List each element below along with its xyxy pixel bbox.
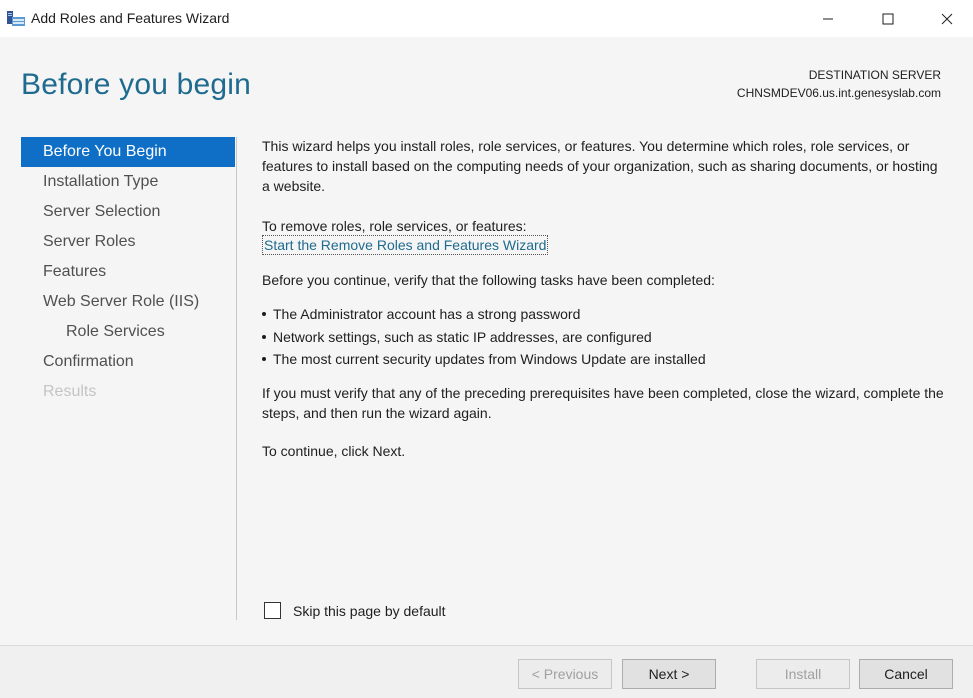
skip-page-option[interactable]: Skip this page by default [264, 602, 446, 619]
destination-server-label: DESTINATION SERVER [808, 68, 941, 82]
install-button: Install [756, 659, 850, 689]
nav-item-results: Results [43, 383, 97, 400]
close-button[interactable] [918, 0, 973, 37]
nav-item-role-services[interactable]: Role Services [21, 317, 235, 347]
intro-text: This wizard helps you install roles, rol… [262, 138, 938, 194]
page-title: Before you begin [21, 68, 252, 101]
nav-item-server-selection[interactable]: Server Selection [21, 197, 235, 227]
button-bar: < Previous Next > Install Cancel [0, 645, 973, 698]
window-title: Add Roles and Features Wizard [31, 10, 230, 26]
minimize-button[interactable] [799, 0, 857, 37]
verify-text: Before you continue, verify that the fol… [262, 272, 715, 288]
continue-text: To continue, click Next. [262, 443, 406, 459]
remove-roles-link[interactable]: Start the Remove Roles and Features Wiza… [262, 235, 549, 255]
nav-item-confirmation[interactable]: Confirmation [21, 347, 235, 377]
maximize-button[interactable] [859, 0, 917, 37]
nav-item-web-server-role[interactable]: Web Server Role (IIS) [21, 287, 235, 317]
prereq-text: If you must verify that any of the prece… [262, 385, 944, 421]
nav-item-before-you-begin[interactable]: Before You Begin [21, 137, 235, 167]
wizard-nav: Before You Begin Installation Type Serve… [21, 137, 235, 407]
skip-page-label[interactable]: Skip this page by default [293, 603, 446, 619]
prerequisite-list: The Administrator account has a strong p… [262, 303, 706, 371]
minimize-icon [823, 18, 833, 19]
next-button[interactable]: Next > [622, 659, 716, 689]
close-icon [941, 13, 953, 24]
server-manager-icon [7, 11, 25, 26]
nav-item-installation-type[interactable]: Installation Type [21, 167, 235, 197]
previous-button: < Previous [518, 659, 612, 689]
maximize-icon [882, 13, 894, 24]
nav-divider [236, 137, 237, 620]
nav-item-server-roles[interactable]: Server Roles [21, 227, 235, 257]
title-bar: Add Roles and Features Wizard [0, 0, 973, 37]
skip-page-checkbox[interactable] [264, 602, 281, 619]
list-item: Network settings, such as static IP addr… [262, 326, 706, 349]
remove-text: To remove roles, role services, or featu… [262, 218, 527, 234]
list-item: The Administrator account has a strong p… [262, 303, 706, 326]
nav-item-features[interactable]: Features [21, 257, 235, 287]
destination-server-name: CHNSMDEV06.us.int.genesyslab.com [736, 86, 941, 100]
list-item: The most current security updates from W… [262, 348, 706, 371]
cancel-button[interactable]: Cancel [859, 659, 953, 689]
